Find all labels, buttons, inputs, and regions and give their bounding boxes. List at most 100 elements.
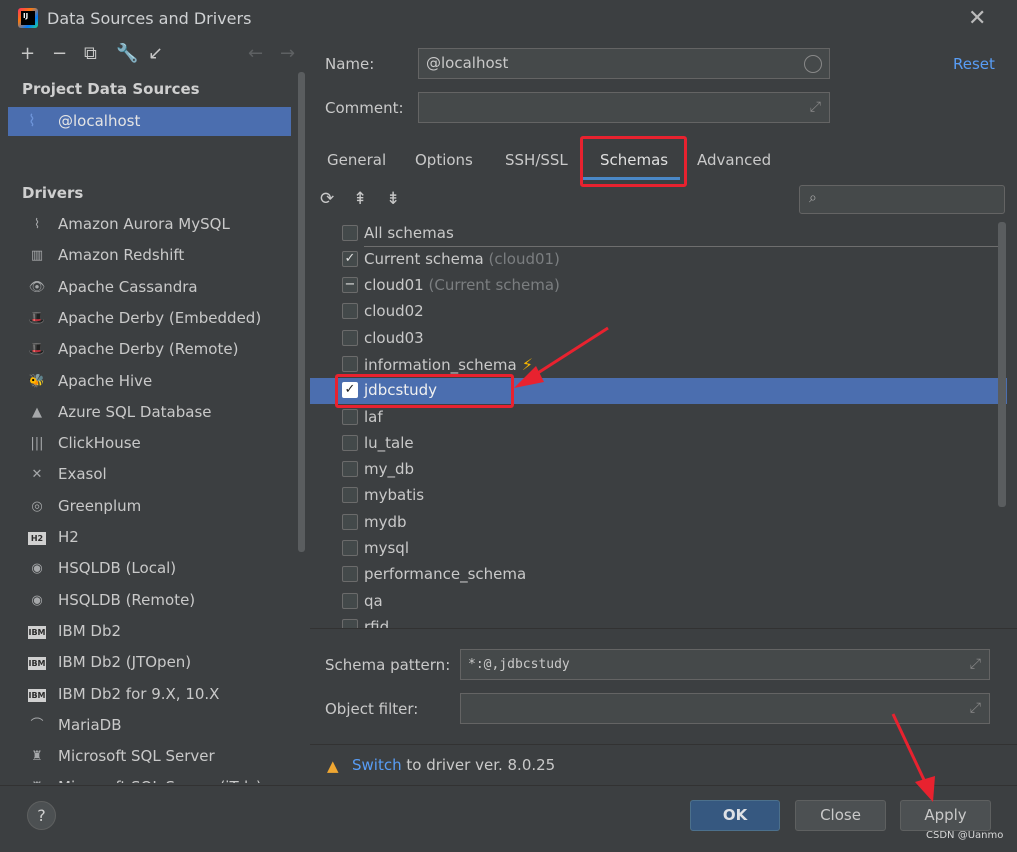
schema-row[interactable]: mydb [310, 510, 1007, 536]
driver-item[interactable]: IBM IBM Db2 (JTOpen) [8, 648, 298, 678]
sidebar-item-label: @localhost [58, 112, 141, 130]
checkbox[interactable] [342, 618, 358, 628]
object-filter-label: Object filter: [325, 700, 419, 718]
forward-arrow-icon[interactable]: → [280, 43, 295, 64]
add-icon[interactable]: + [20, 43, 35, 64]
expand-all-icon[interactable]: ⇞ [353, 189, 367, 209]
duplicate-icon[interactable]: ⧉ [84, 43, 97, 64]
driver-item[interactable]: 🎩 Apache Derby (Embedded) [8, 304, 298, 334]
sidebar-item-localhost[interactable]: ⌇ @localhost [8, 107, 291, 136]
schema-row[interactable]: my_db [310, 457, 1007, 483]
ok-button[interactable]: OK [690, 800, 780, 831]
driver-item[interactable]: 🎩 Apache Derby (Remote) [8, 335, 298, 365]
sidebar-scrollbar[interactable] [298, 72, 305, 552]
checkbox[interactable] [342, 461, 358, 478]
comment-field[interactable]: ⤢ [418, 92, 830, 123]
refresh-icon[interactable]: ⟳ [320, 189, 334, 209]
checkbox[interactable] [342, 487, 358, 504]
driver-item[interactable]: ⌇ Amazon Aurora MySQL [8, 210, 298, 240]
schema-pattern-field[interactable]: *:@,jdbcstudy ⤢ [460, 649, 990, 680]
driver-label: IBM Db2 (JTOpen) [58, 653, 192, 672]
title-bar: IJ Data Sources and Drivers ✕ [0, 0, 1017, 37]
tab-advanced[interactable]: Advanced [697, 151, 771, 169]
schema-name: mybatis [364, 486, 425, 505]
driver-label: Azure SQL Database [58, 402, 212, 421]
tab-ssh-ssl[interactable]: SSH/SSL [505, 151, 568, 169]
driver-item[interactable]: ||| ClickHouse [8, 429, 298, 459]
checkbox[interactable] [342, 513, 358, 530]
driver-label: IBM Db2 for 9.X, 10.X [58, 684, 220, 703]
clear-circle-icon[interactable] [804, 55, 822, 73]
all-schemas-row[interactable]: All schemas [310, 221, 1007, 247]
driver-item[interactable]: ♜ Microsoft SQL Server [8, 742, 298, 772]
name-field[interactable]: @localhost [418, 48, 830, 79]
tab-options[interactable]: Options [415, 151, 473, 169]
expand-icon[interactable]: ⤢ [970, 700, 981, 716]
schema-row[interactable]: laf [310, 405, 1007, 431]
checkbox[interactable] [342, 355, 358, 372]
schema-row[interactable]: cloud02 [310, 299, 1007, 325]
driver-item[interactable]: IBM IBM Db2 [8, 617, 298, 647]
wrench-icon[interactable]: 🔧 [116, 43, 138, 64]
schema-list-scrollbar[interactable] [998, 222, 1006, 507]
schema-row[interactable]: lu_tale [310, 431, 1007, 457]
driver-item[interactable]: ◎ Greenplum [8, 492, 298, 522]
remove-icon[interactable]: − [52, 43, 67, 64]
driver-item[interactable]: ◉ HSQLDB (Local) [8, 554, 298, 584]
checkbox[interactable]: ✓ [342, 251, 358, 267]
schema-name: cloud02 [364, 302, 424, 321]
switch-driver-link[interactable]: Switch [352, 756, 402, 774]
schema-row[interactable]: performance_schema [310, 562, 1007, 588]
schema-row[interactable]: mybatis [310, 483, 1007, 509]
current-schema-row[interactable]: ✓ Current schema (cloud01) [310, 247, 1007, 273]
window-title: Data Sources and Drivers [47, 9, 252, 28]
checkbox[interactable]: − [342, 277, 358, 293]
schema-row[interactable]: cloud03 [310, 326, 1007, 352]
checkbox[interactable] [342, 408, 358, 425]
driver-item[interactable]: IBM IBM Db2 for 9.X, 10.X [8, 680, 298, 710]
name-label: Name: [325, 55, 375, 73]
driver-item[interactable]: ♜ Microsoft SQL Server (jTds) [8, 773, 298, 783]
expand-icon[interactable]: ⤢ [810, 99, 821, 115]
collapse-all-icon[interactable]: ⇟ [386, 189, 400, 209]
checkbox[interactable] [342, 434, 358, 451]
driver-item[interactable]: ⌒ MariaDB [8, 711, 298, 741]
checkbox[interactable] [342, 329, 358, 346]
close-window-icon[interactable]: ✕ [968, 6, 986, 31]
driver-label: H2 [58, 528, 79, 546]
schema-search-input[interactable]: ⌕ [799, 185, 1005, 214]
driver-item[interactable]: 👁 Apache Cassandra [8, 273, 298, 303]
checkbox[interactable] [342, 592, 358, 609]
schema-pattern-label: Schema pattern: [325, 656, 451, 674]
checkbox[interactable] [342, 566, 358, 583]
schema-tree: All schemas ✓ Current schema (cloud01) −… [310, 220, 1007, 628]
back-arrow-icon[interactable]: ← [248, 43, 263, 64]
checkbox[interactable] [342, 225, 358, 241]
driver-item[interactable]: ▲ Azure SQL Database [8, 398, 298, 428]
help-button[interactable]: ? [27, 801, 56, 830]
expand-icon[interactable]: ⤢ [970, 656, 981, 672]
checkbox[interactable] [342, 540, 358, 556]
import-icon[interactable]: ↙ [148, 43, 163, 64]
driver-label: Amazon Redshift [58, 246, 185, 265]
driver-label: Greenplum [58, 496, 142, 515]
driver-label: Microsoft SQL Server [58, 747, 215, 766]
driver-icon: 🎩 [28, 310, 46, 326]
checkbox[interactable] [342, 303, 358, 320]
schema-row[interactable]: qa [310, 589, 1007, 615]
driver-item[interactable]: 🐝 Apache Hive [8, 367, 298, 397]
reset-link[interactable]: Reset [953, 55, 995, 73]
driver-item[interactable]: H2 H2 [8, 523, 298, 553]
close-button[interactable]: Close [795, 800, 886, 831]
schema-row[interactable]: − cloud01 (Current schema) [310, 273, 1007, 299]
intellij-app-icon: IJ [18, 8, 38, 28]
driver-item[interactable]: ◉ HSQLDB (Remote) [8, 586, 298, 616]
schema-name: mydb [364, 512, 407, 531]
project-data-sources-header: Project Data Sources [22, 80, 200, 98]
schema-name: cloud03 [364, 328, 424, 347]
schema-row[interactable]: mysql [310, 536, 1007, 562]
tab-general[interactable]: General [327, 151, 386, 169]
driver-item[interactable]: ✕ Exasol [8, 460, 298, 490]
schema-row[interactable]: rfid [310, 615, 1007, 628]
driver-item[interactable]: ▥ Amazon Redshift [8, 241, 298, 271]
